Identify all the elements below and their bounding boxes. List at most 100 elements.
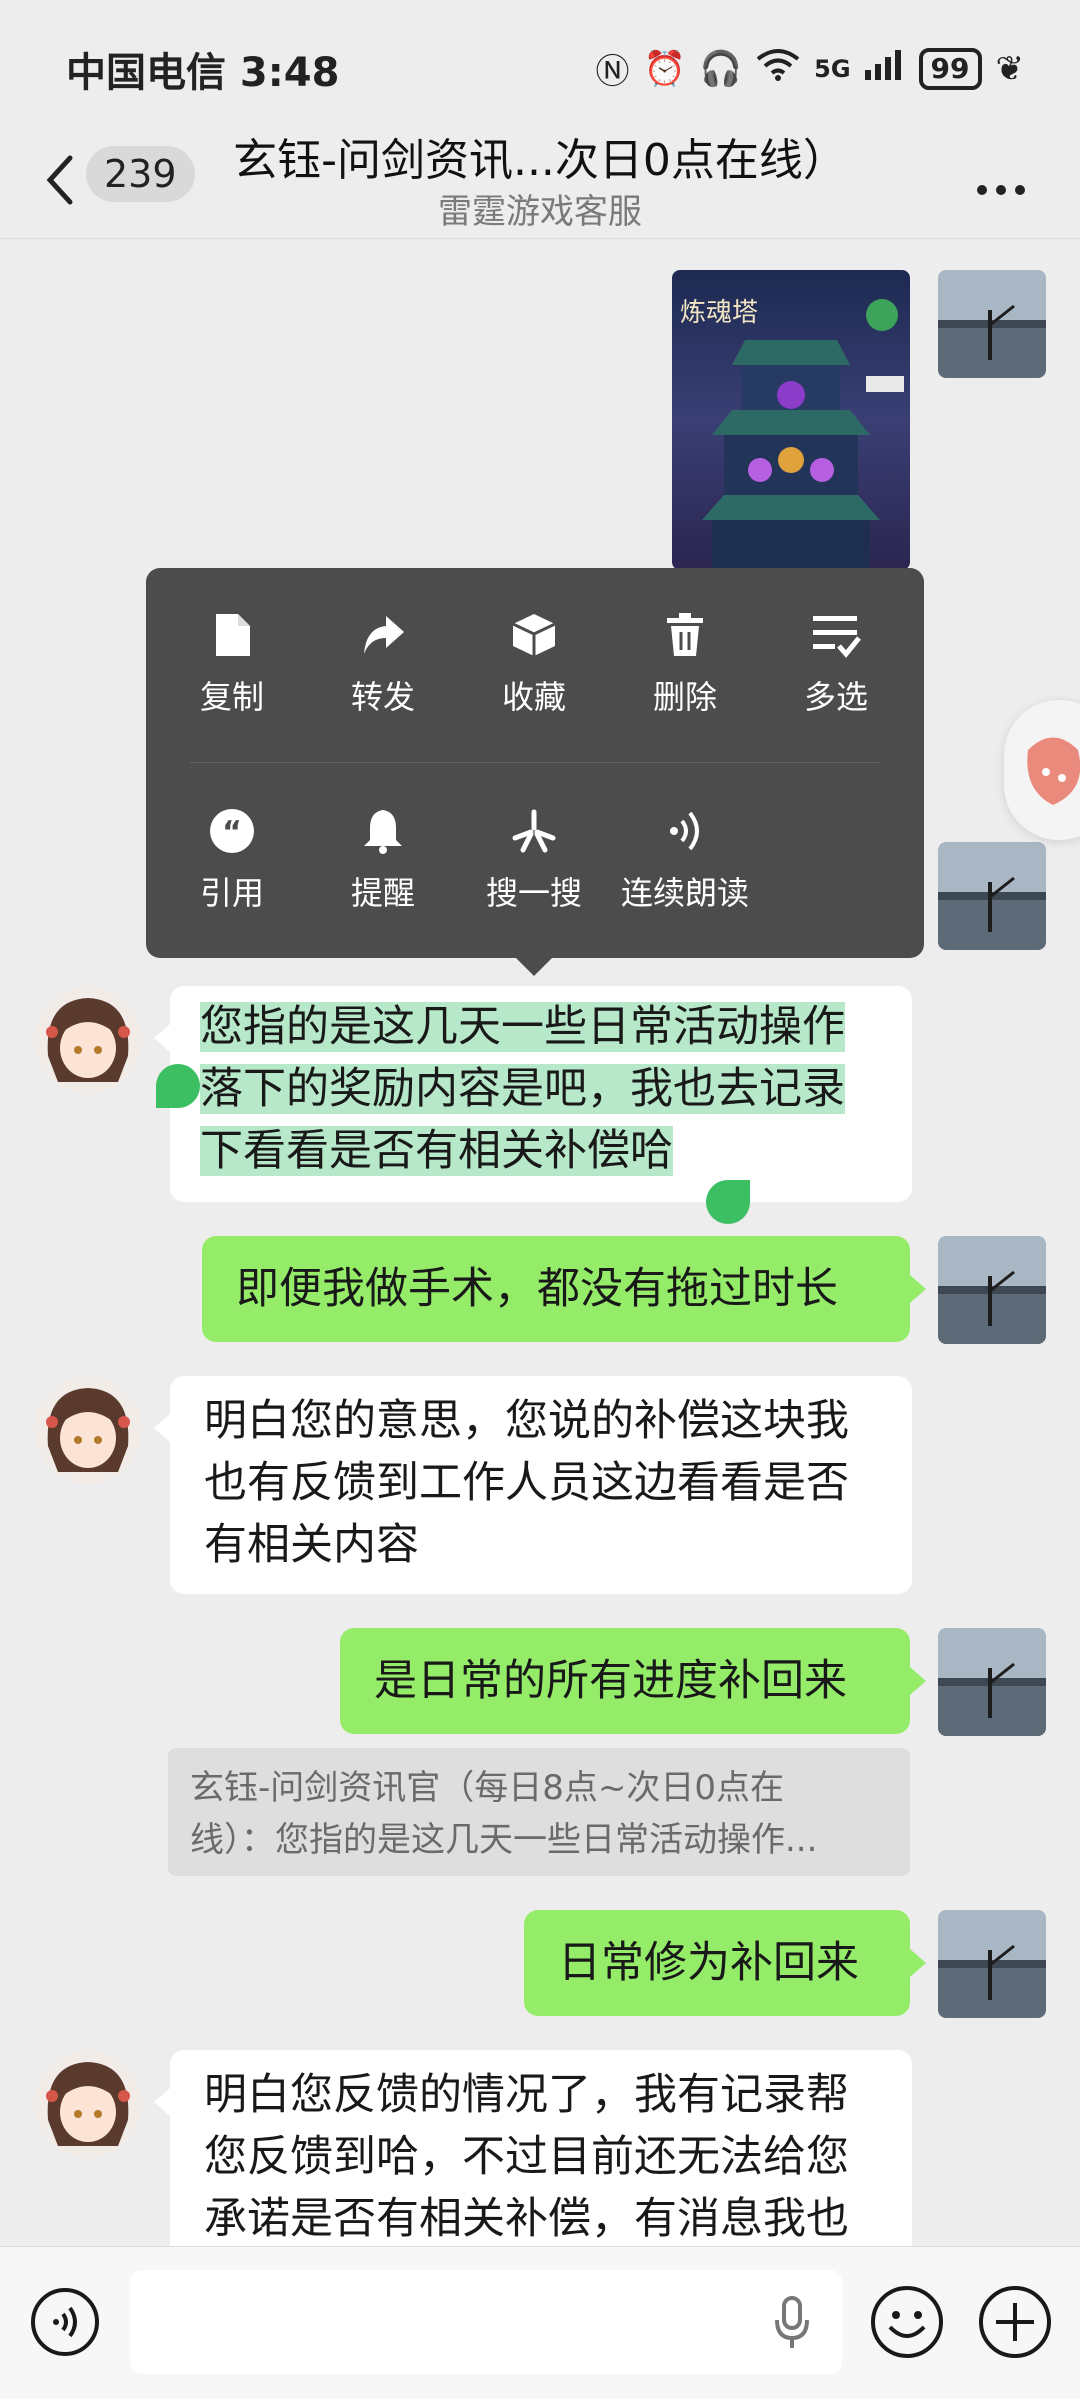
message-line: 明白您反馈的情况了，我有记录帮 <box>204 2070 849 2120</box>
signal-icon <box>864 48 905 89</box>
delete-icon <box>667 613 703 656</box>
network-type: 5G <box>814 54 851 83</box>
quoted-message[interactable]: 玄钰-问剑资讯官（每日8点~次日0点在 线）：您指的是这几天一些日常活动操作..… <box>168 1748 910 1876</box>
read-aloud-icon <box>670 811 699 851</box>
message-input[interactable] <box>130 2270 842 2374</box>
my-avatar[interactable] <box>938 1910 1046 2018</box>
svg-text:“: “ <box>222 815 242 850</box>
message-line: 下看看是否有相关补偿哈 <box>200 1126 673 1176</box>
battery-indicator: 99 <box>918 47 982 90</box>
menu-pointer <box>516 958 552 976</box>
message-line: 落下的奖励内容是吧，我也去记录 <box>200 1064 845 1114</box>
nfc-icon: Ⓝ <box>595 52 630 92</box>
more-options-button[interactable] <box>976 154 1026 212</box>
search-star-icon <box>512 809 556 853</box>
lake-photo-avatar <box>938 842 1046 950</box>
menu-favorite-label: 收藏 <box>501 678 566 716</box>
floating-assistant-button[interactable] <box>1004 700 1080 840</box>
agent-avatar[interactable] <box>34 986 142 1094</box>
copy-icon <box>216 614 250 656</box>
bubble-tail <box>154 2088 170 2116</box>
leaf-icon: ❦ <box>995 48 1025 89</box>
menu-forward-label: 转发 <box>350 678 415 716</box>
lake-photo-avatar <box>938 1236 1046 1344</box>
quote-line: 玄钰-问剑资讯官（每日8点~次日0点在 <box>190 1768 785 1808</box>
voice-toggle-button[interactable] <box>30 2287 100 2357</box>
quote-icon: “ <box>210 809 254 853</box>
chevron-left-icon <box>46 155 73 205</box>
my-avatar[interactable] <box>938 1628 1046 1736</box>
shared-game-screenshot[interactable]: 炼魂塔 <box>672 270 910 570</box>
status-icons: Ⓝ ⏰ 🎧 5G 99 ❦ <box>595 44 1024 93</box>
forward-icon <box>364 616 404 654</box>
menu-search-label: 搜一搜 <box>485 874 582 912</box>
voice-icon <box>31 2288 99 2356</box>
my-message-bubble[interactable]: 是日常的所有进度补回来 <box>340 1628 910 1734</box>
lake-photo-avatar <box>938 270 1046 378</box>
message-line: 也有反馈到工作人员这边看看是否 <box>204 1458 849 1508</box>
menu-multiselect-label: 多选 <box>803 678 868 716</box>
message-line: 明白您的意思，您说的补偿这块我 <box>204 1396 849 1446</box>
chat-subtitle: 雷霆游戏客服 <box>438 192 642 232</box>
unread-count-badge[interactable]: 239 <box>86 146 195 202</box>
my-avatar[interactable] <box>938 1236 1046 1344</box>
tower-illustration <box>702 299 904 570</box>
menu-divider <box>190 762 880 763</box>
emoji-button[interactable] <box>870 2285 944 2359</box>
assistant-avatar-icon <box>1027 737 1080 805</box>
microphone-button[interactable] <box>774 2296 810 2350</box>
menu-multiselect[interactable]: 多选 <box>761 612 911 718</box>
bubble-tail <box>910 1275 926 1303</box>
carrier-time: 中国电信 3:48 <box>66 50 340 96</box>
emoji-icon <box>871 2286 943 2358</box>
menu-read-aloud[interactable]: 连续朗读 <box>610 808 760 914</box>
favorite-icon <box>512 614 556 656</box>
my-avatar[interactable] <box>938 270 1046 378</box>
my-message-bubble[interactable]: 日常修为补回来 <box>524 1910 910 2016</box>
bubble-tail <box>910 1949 926 1977</box>
message-line: 您反馈到哈，不过目前还无法给您 <box>204 2132 849 2182</box>
agent-avatar[interactable] <box>34 1376 142 1484</box>
selection-end-handle[interactable] <box>706 1180 750 1224</box>
menu-favorite[interactable]: 收藏 <box>459 612 609 718</box>
bubble-tail <box>154 1024 170 1052</box>
more-dots-icon <box>977 185 1025 195</box>
chat-title: 玄钰-问剑资讯...次日0点在线） <box>233 135 847 186</box>
more-functions-button[interactable] <box>978 2285 1052 2359</box>
microphone-icon <box>775 2296 809 2348</box>
menu-forward[interactable]: 转发 <box>308 612 458 718</box>
menu-delete-label: 删除 <box>652 678 717 716</box>
back-button[interactable] <box>40 150 80 210</box>
headphones-icon: 🎧 <box>699 48 743 89</box>
menu-copy-label: 复制 <box>199 678 264 716</box>
menu-copy[interactable]: 复制 <box>157 612 307 718</box>
selection-start-handle[interactable] <box>156 1064 200 1108</box>
bubble-tail <box>910 1667 926 1695</box>
quote-line: 线）：您指的是这几天一些日常活动操作... <box>190 1820 818 1860</box>
alarm-icon: ⏰ <box>643 48 686 89</box>
menu-quote-label: 引用 <box>199 874 264 912</box>
plus-icon <box>979 2286 1051 2358</box>
my-avatar[interactable] <box>938 842 1046 950</box>
agent-avatar[interactable] <box>34 2050 142 2158</box>
bubble-tail <box>154 1414 170 1442</box>
message-line: 承诺是否有相关补偿，有消息我也 <box>204 2194 849 2244</box>
my-message-bubble[interactable]: 即便我做手术，都没有拖过时长 <box>202 1236 910 1342</box>
multiselect-icon <box>813 616 861 658</box>
agent-message-bubble[interactable]: 明白您的意思，您说的补偿这块我 也有反馈到工作人员这边看看是否 有相关内容 <box>170 1376 912 1594</box>
menu-remind-label: 提醒 <box>350 874 415 912</box>
anime-girl-avatar <box>34 1376 142 1484</box>
wifi-icon <box>756 47 800 90</box>
agent-message-bubble[interactable]: 您指的是这几天一些日常活动操作 落下的奖励内容是吧，我也去记录 下看看是否有相关… <box>170 986 912 1202</box>
menu-search[interactable]: 搜一搜 <box>459 808 609 914</box>
menu-quote[interactable]: “ 引用 <box>157 808 307 914</box>
lake-photo-avatar <box>938 1910 1046 2018</box>
message-line: 有相关内容 <box>204 1520 419 1570</box>
message-line: 您指的是这几天一些日常活动操作 <box>200 1002 845 1052</box>
menu-delete[interactable]: 删除 <box>610 612 760 718</box>
status-bar: 中国电信 3:48 Ⓝ ⏰ 🎧 5G 99 ❦ <box>0 0 1080 120</box>
anime-girl-avatar <box>34 986 142 1094</box>
bell-icon <box>364 810 402 854</box>
anime-girl-avatar <box>34 2050 142 2158</box>
menu-remind[interactable]: 提醒 <box>308 808 458 914</box>
